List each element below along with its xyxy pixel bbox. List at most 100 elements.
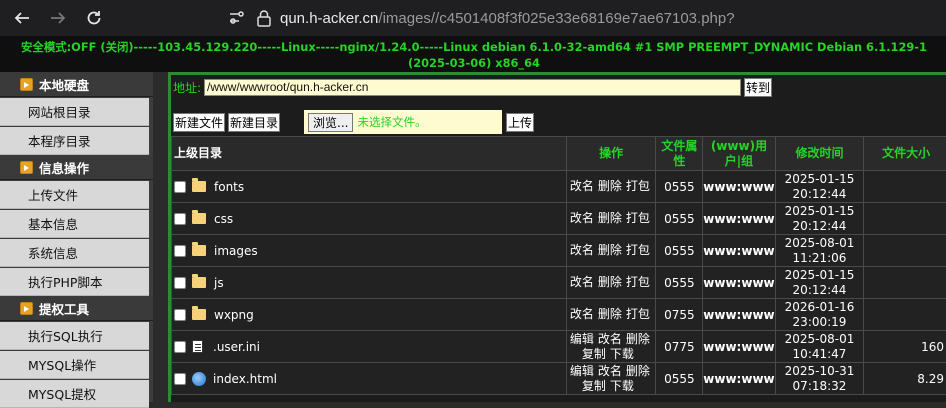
no-file-label: 未选择文件。 <box>357 114 426 130</box>
parent-dir-link[interactable]: 上级目录 <box>172 137 567 171</box>
size-cell: 8.29 <box>864 363 946 395</box>
new-dir-button[interactable]: 新建目录 <box>228 113 280 132</box>
table-header: 上级目录 操作 文件属性 (www)用户|组 修改时间 文件大小 <box>172 137 946 171</box>
mtime-cell[interactable]: 2025-10-31 07:18:32 <box>775 363 864 395</box>
delete-link[interactable]: 删除 <box>598 275 622 289</box>
row-checkbox[interactable] <box>174 373 186 385</box>
size-cell <box>864 171 946 203</box>
sidebar-item-system-info[interactable]: 系统信息 <box>0 239 149 267</box>
file-name-link[interactable]: css <box>214 212 233 226</box>
upload-button[interactable]: 上传 <box>506 113 534 132</box>
row-checkbox[interactable] <box>174 341 186 353</box>
rename-link[interactable]: 改名 <box>570 243 594 257</box>
rename-link[interactable]: 改名 <box>598 332 622 346</box>
path-input[interactable] <box>204 79 741 96</box>
row-checkbox[interactable] <box>174 181 186 193</box>
folder-icon <box>192 245 206 256</box>
sidebar-item-basic-info[interactable]: 基本信息 <box>0 210 149 238</box>
file-name-link[interactable]: fonts <box>214 180 244 194</box>
sidebar-section-privesc: 提权工具 <box>0 296 153 321</box>
site-info-icon[interactable] <box>228 9 246 27</box>
perm-cell[interactable]: 0555 <box>656 203 703 235</box>
sidebar-item-web-root[interactable]: 网站根目录 <box>0 98 149 126</box>
copy-link[interactable]: 复制 <box>582 347 606 361</box>
text-file-icon <box>192 340 203 353</box>
pack-link[interactable]: 打包 <box>626 211 650 225</box>
row-checkbox[interactable] <box>174 245 186 257</box>
table-row: .user.ini 编辑改名删除复制下载 0775 www:www 2025-0… <box>172 331 946 363</box>
mtime-cell[interactable]: 2025-01-15 20:12:44 <box>775 171 864 203</box>
browser-toolbar: qun.h-acker.cn/images//c4501408f3f025e33… <box>0 0 946 36</box>
size-cell <box>864 203 946 235</box>
sidebar-item-mysql-ops[interactable]: MYSQL操作 <box>0 351 149 379</box>
delete-link[interactable]: 删除 <box>598 307 622 321</box>
edit-link[interactable]: 编辑 <box>570 364 594 378</box>
owner-cell: www:www <box>703 299 775 331</box>
mtime-cell[interactable]: 2025-08-01 10:41:47 <box>775 331 864 363</box>
file-name-link[interactable]: .user.ini <box>213 340 260 354</box>
goto-button[interactable]: 转到 <box>744 78 772 97</box>
pack-link[interactable]: 打包 <box>626 179 650 193</box>
sidebar-item-mysql-privesc[interactable]: MYSQL提权 <box>0 380 149 408</box>
edit-link[interactable]: 编辑 <box>570 332 594 346</box>
row-checkbox[interactable] <box>174 277 186 289</box>
file-name-link[interactable]: wxpng <box>214 308 254 322</box>
table-row: wxpng 改名删除打包 0755 www:www 2026-01-16 23:… <box>172 299 946 331</box>
mtime-cell[interactable]: 2025-01-15 20:12:44 <box>775 267 864 299</box>
col-header-owner: (www)用户|组 <box>703 137 775 171</box>
folder-icon <box>192 213 206 224</box>
perm-cell[interactable]: 0775 <box>656 331 703 363</box>
owner-cell: www:www <box>703 331 775 363</box>
sidebar-item-program-dir[interactable]: 本程序目录 <box>0 127 149 155</box>
size-cell <box>864 299 946 331</box>
sidebar-item-run-php[interactable]: 执行PHP脚本 <box>0 268 149 296</box>
rename-link[interactable]: 改名 <box>570 275 594 289</box>
download-link[interactable]: 下载 <box>610 379 634 393</box>
file-name-link[interactable]: images <box>214 244 258 258</box>
rename-link[interactable]: 改名 <box>570 307 594 321</box>
rename-link[interactable]: 改名 <box>570 211 594 225</box>
size-cell <box>864 235 946 267</box>
row-checkbox[interactable] <box>174 213 186 225</box>
delete-link[interactable]: 删除 <box>626 332 650 346</box>
delete-link[interactable]: 删除 <box>598 243 622 257</box>
file-name-link[interactable]: js <box>214 276 224 290</box>
pack-link[interactable]: 打包 <box>626 307 650 321</box>
delete-link[interactable]: 删除 <box>598 179 622 193</box>
sidebar-item-sql-exec[interactable]: 执行SQL执行 <box>0 322 149 350</box>
table-row: fonts 改名删除打包 0555 www:www 2025-01-15 20:… <box>172 171 946 203</box>
download-link[interactable]: 下载 <box>610 347 634 361</box>
address-bar[interactable]: qun.h-acker.cn/images//c4501408f3f025e33… <box>228 4 735 32</box>
perm-cell[interactable]: 0555 <box>656 267 703 299</box>
pack-link[interactable]: 打包 <box>626 275 650 289</box>
size-cell: 160 <box>864 331 946 363</box>
file-name-link[interactable]: index.html <box>213 372 277 386</box>
mtime-cell[interactable]: 2026-01-16 23:00:19 <box>775 299 864 331</box>
section-icon <box>20 302 33 315</box>
perm-cell[interactable]: 0755 <box>656 299 703 331</box>
perm-cell[interactable]: 0555 <box>656 235 703 267</box>
delete-link[interactable]: 删除 <box>598 211 622 225</box>
delete-link[interactable]: 删除 <box>626 364 650 378</box>
row-checkbox[interactable] <box>174 309 186 321</box>
browse-button[interactable]: 浏览... <box>308 113 353 132</box>
mtime-cell[interactable]: 2025-08-01 11:21:06 <box>775 235 864 267</box>
owner-cell: www:www <box>703 363 775 395</box>
mtime-cell[interactable]: 2025-01-15 20:12:44 <box>775 203 864 235</box>
perm-cell[interactable]: 0555 <box>656 363 703 395</box>
file-picker: 浏览... 未选择文件。 <box>304 110 502 134</box>
perm-cell[interactable]: 0555 <box>656 171 703 203</box>
owner-cell: www:www <box>703 203 775 235</box>
sidebar-item-upload[interactable]: 上传文件 <box>0 181 149 209</box>
pack-link[interactable]: 打包 <box>626 243 650 257</box>
reload-icon[interactable] <box>82 6 106 30</box>
rename-link[interactable]: 改名 <box>598 364 622 378</box>
folder-icon <box>192 181 206 192</box>
new-file-button[interactable]: 新建文件 <box>173 113 225 132</box>
copy-link[interactable]: 复制 <box>582 379 606 393</box>
forward-icon[interactable] <box>46 6 70 30</box>
file-table: 上级目录 操作 文件属性 (www)用户|组 修改时间 文件大小 fonts 改… <box>171 136 946 395</box>
back-icon[interactable] <box>10 6 34 30</box>
rename-link[interactable]: 改名 <box>570 179 594 193</box>
table-row: css 改名删除打包 0555 www:www 2025-01-15 20:12… <box>172 203 946 235</box>
